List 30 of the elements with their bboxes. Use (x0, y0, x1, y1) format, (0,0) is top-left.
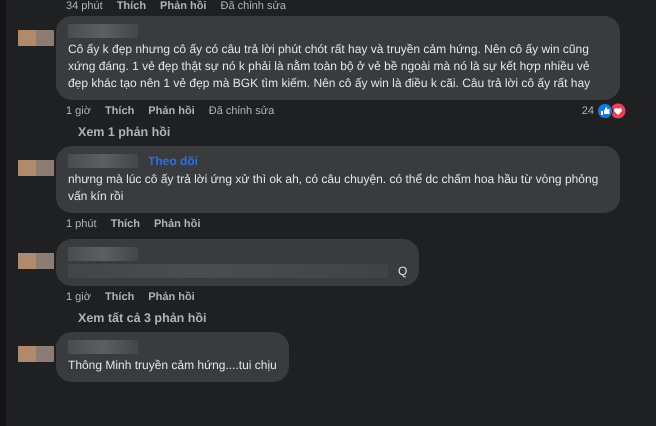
avatar-placeholder[interactable] (18, 253, 54, 269)
comment-text: Thông Minh truyền cảm hứng....tui chịu (68, 357, 277, 374)
like-link[interactable]: Thích (104, 105, 134, 117)
like-link[interactable]: Thích (116, 0, 146, 12)
avatar-placeholder[interactable] (18, 160, 54, 176)
reaction-count: 24 (582, 105, 594, 117)
comment-time: 1 phút (66, 218, 97, 230)
reply-link[interactable]: Phản hồi (148, 105, 195, 117)
view-replies-link[interactable]: Xem 1 phản hồi (18, 122, 626, 142)
blurred-name (68, 247, 138, 261)
blurred-name (68, 154, 138, 168)
reply-link[interactable]: Phản hồi (148, 291, 195, 303)
comment-text: Cô ấy k đẹp nhưng cô ấy có câu trả lời phút chót rất hay và truyền cảm hứng. Nên cô ấy win cũng xứng đáng. 1 vẻ đẹp thật sự nó k phải là nằm toàn bộ ở vẻ bề ngoài mà nó là sự kết hợp nhiều vẻ đẹp khác tạo nên 1 vẻ đẹp mà BGK tìm kiếm. Nên cô ấy win là điều k cãi. Câu trả lời cô ấy rất hay (68, 41, 592, 92)
like-link[interactable]: Thích (104, 291, 134, 303)
reply-link[interactable]: Phản hồi (160, 0, 206, 12)
edited-label: Đã chỉnh sửa (208, 105, 274, 117)
like-link[interactable]: Thích (110, 218, 140, 230)
blurred-name (68, 24, 138, 38)
comment-time: 34 phút (66, 0, 103, 12)
edited-label: Đã chỉnh sửa (220, 0, 286, 12)
like-heart-reactions-icon (596, 103, 626, 119)
comment-time: 1 giờ (66, 105, 91, 117)
avatar-placeholder[interactable] (18, 30, 54, 46)
comment-text: nhưng mà lúc cô ấy trả lời ứng xử thì ok ah, có câu chuyện. có thể dc chấm hoa hầu từ vòng phỏng vấn kín rồi (68, 171, 600, 205)
avatar-placeholder[interactable] (18, 346, 54, 362)
comment-trailing-text: Q (398, 264, 408, 278)
reply-link[interactable]: Phản hồi (154, 218, 200, 230)
comment-time: 1 giờ (66, 291, 91, 303)
view-replies-link[interactable]: Xem tất cả 3 phản hồi (18, 308, 626, 328)
blurred-name (68, 340, 138, 354)
